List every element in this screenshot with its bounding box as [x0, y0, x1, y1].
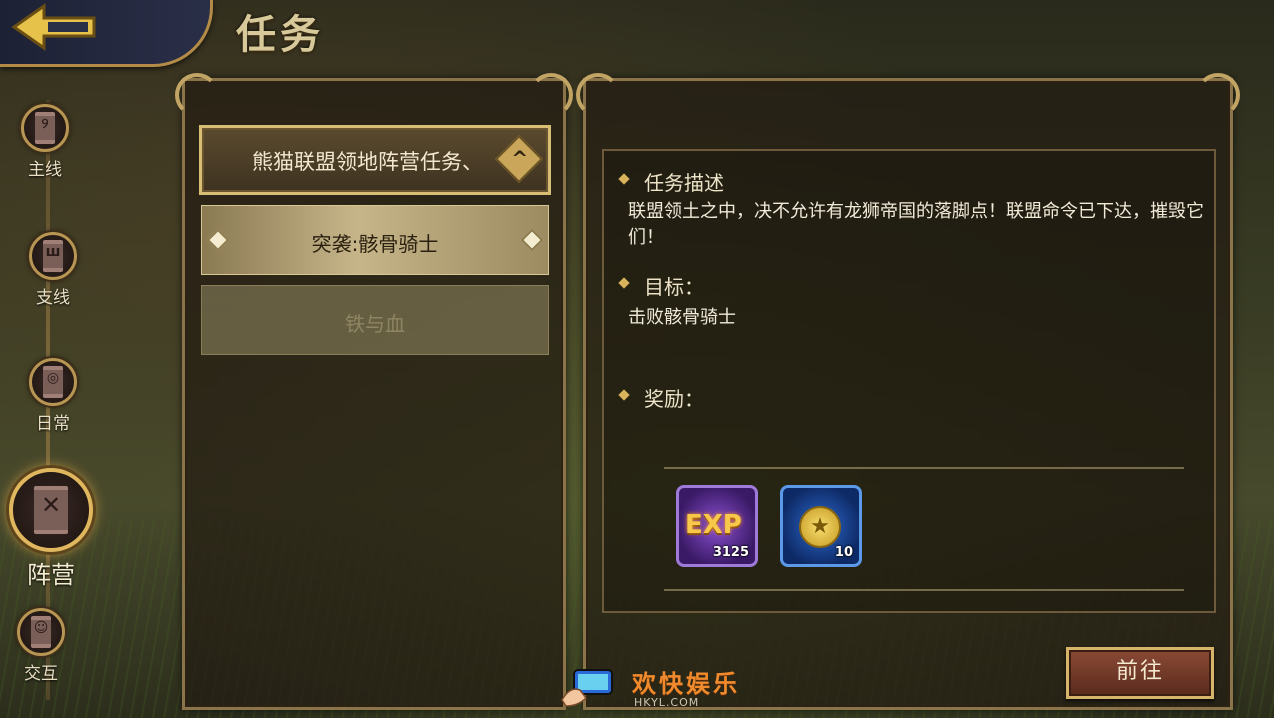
diamond-bullet-icon: [618, 277, 630, 289]
sidebar-item-interact[interactable]: ☺ 交互: [0, 608, 86, 684]
quest-detail-panel: 任务描述 联盟领土之中，决不允许有龙狮帝国的落脚点！联盟命令已下达，摧毁它们！ …: [576, 73, 1240, 710]
header-plate: [0, 0, 213, 67]
medal-coin-icon: ★: [799, 506, 841, 548]
description-title: 任务描述: [644, 171, 724, 195]
quest-detail-box: 任务描述 联盟领土之中，决不允许有龙狮帝国的落脚点！联盟命令已下达，摧毁它们！ …: [602, 149, 1216, 613]
quest-category-label: 熊猫联盟领地阵营任务、: [252, 150, 483, 174]
target-title: 目标：: [644, 275, 704, 299]
watermark-text: 欢快娱乐: [632, 670, 740, 698]
sidebar: ୨ 主线 ш 支线 ◎ 日常 ✕ 阵营 ☺ 交互: [0, 90, 110, 710]
back-arrow-icon[interactable]: [8, 2, 100, 52]
sidebar-item-main[interactable]: ୨ 主线: [0, 104, 90, 180]
sidebar-item-label: 支线: [36, 288, 70, 308]
go-button[interactable]: 前往: [1066, 647, 1214, 699]
reward-title: 奖励：: [644, 387, 704, 411]
sidebar-item-daily[interactable]: ◎ 日常: [8, 358, 98, 434]
quest-item-label: 铁与血: [345, 312, 405, 336]
quest-list-panel: 熊猫联盟领地阵营任务、 ^ 突袭:骸骨骑士 铁与血: [175, 73, 573, 710]
exp-icon: EXP: [685, 510, 742, 540]
reward-strip: EXP 3125 ★ 10: [664, 467, 1184, 591]
corner-ornament: [1196, 73, 1240, 117]
watermark-url: HKYL.COM: [634, 696, 700, 709]
sidebar-item-label: 日常: [36, 414, 70, 434]
main-quest-scroll-icon: ୨: [21, 104, 69, 152]
side-quest-scroll-icon: ш: [29, 232, 77, 280]
corner-ornament: [175, 73, 219, 117]
quest-item-selected[interactable]: 突袭:骸骨骑士: [201, 205, 549, 275]
diamond-bullet-icon: [618, 173, 630, 185]
target-text: 击败骸骨骑士: [628, 307, 736, 328]
diamond-bullet-icon: [618, 389, 630, 401]
sidebar-item-label: 交互: [24, 664, 58, 684]
page-title: 任务: [236, 12, 324, 58]
sidebar-item-faction[interactable]: ✕ 阵营: [6, 468, 96, 590]
quest-category-header[interactable]: 熊猫联盟领地阵营任务、 ^: [199, 125, 551, 195]
description-text: 联盟领土之中，决不允许有龙狮帝国的落脚点！联盟命令已下达，摧毁它们！: [628, 201, 1204, 248]
reward-count: 10: [834, 545, 853, 560]
watermark: 欢快娱乐 HKYL.COM: [560, 660, 750, 716]
reward-count: 3125: [712, 545, 749, 560]
sidebar-item-side[interactable]: ш 支线: [8, 232, 98, 308]
exp-reward[interactable]: EXP 3125: [676, 485, 758, 567]
sidebar-item-label: 主线: [28, 160, 62, 180]
hand-phone-icon: [561, 669, 613, 707]
interact-quest-scroll-icon: ☺: [17, 608, 65, 656]
corner-ornament: [529, 73, 573, 117]
sidebar-item-label: 阵营: [27, 561, 75, 589]
quest-item[interactable]: 铁与血: [201, 285, 549, 355]
corner-ornament: [576, 73, 620, 117]
daily-quest-scroll-icon: ◎: [29, 358, 77, 406]
chevron-up-icon[interactable]: ^: [494, 134, 544, 184]
medal-reward[interactable]: ★ 10: [780, 485, 862, 567]
quest-item-label: 突袭:骸骨骑士: [311, 232, 439, 256]
faction-quest-scroll-icon: ✕: [9, 468, 93, 552]
